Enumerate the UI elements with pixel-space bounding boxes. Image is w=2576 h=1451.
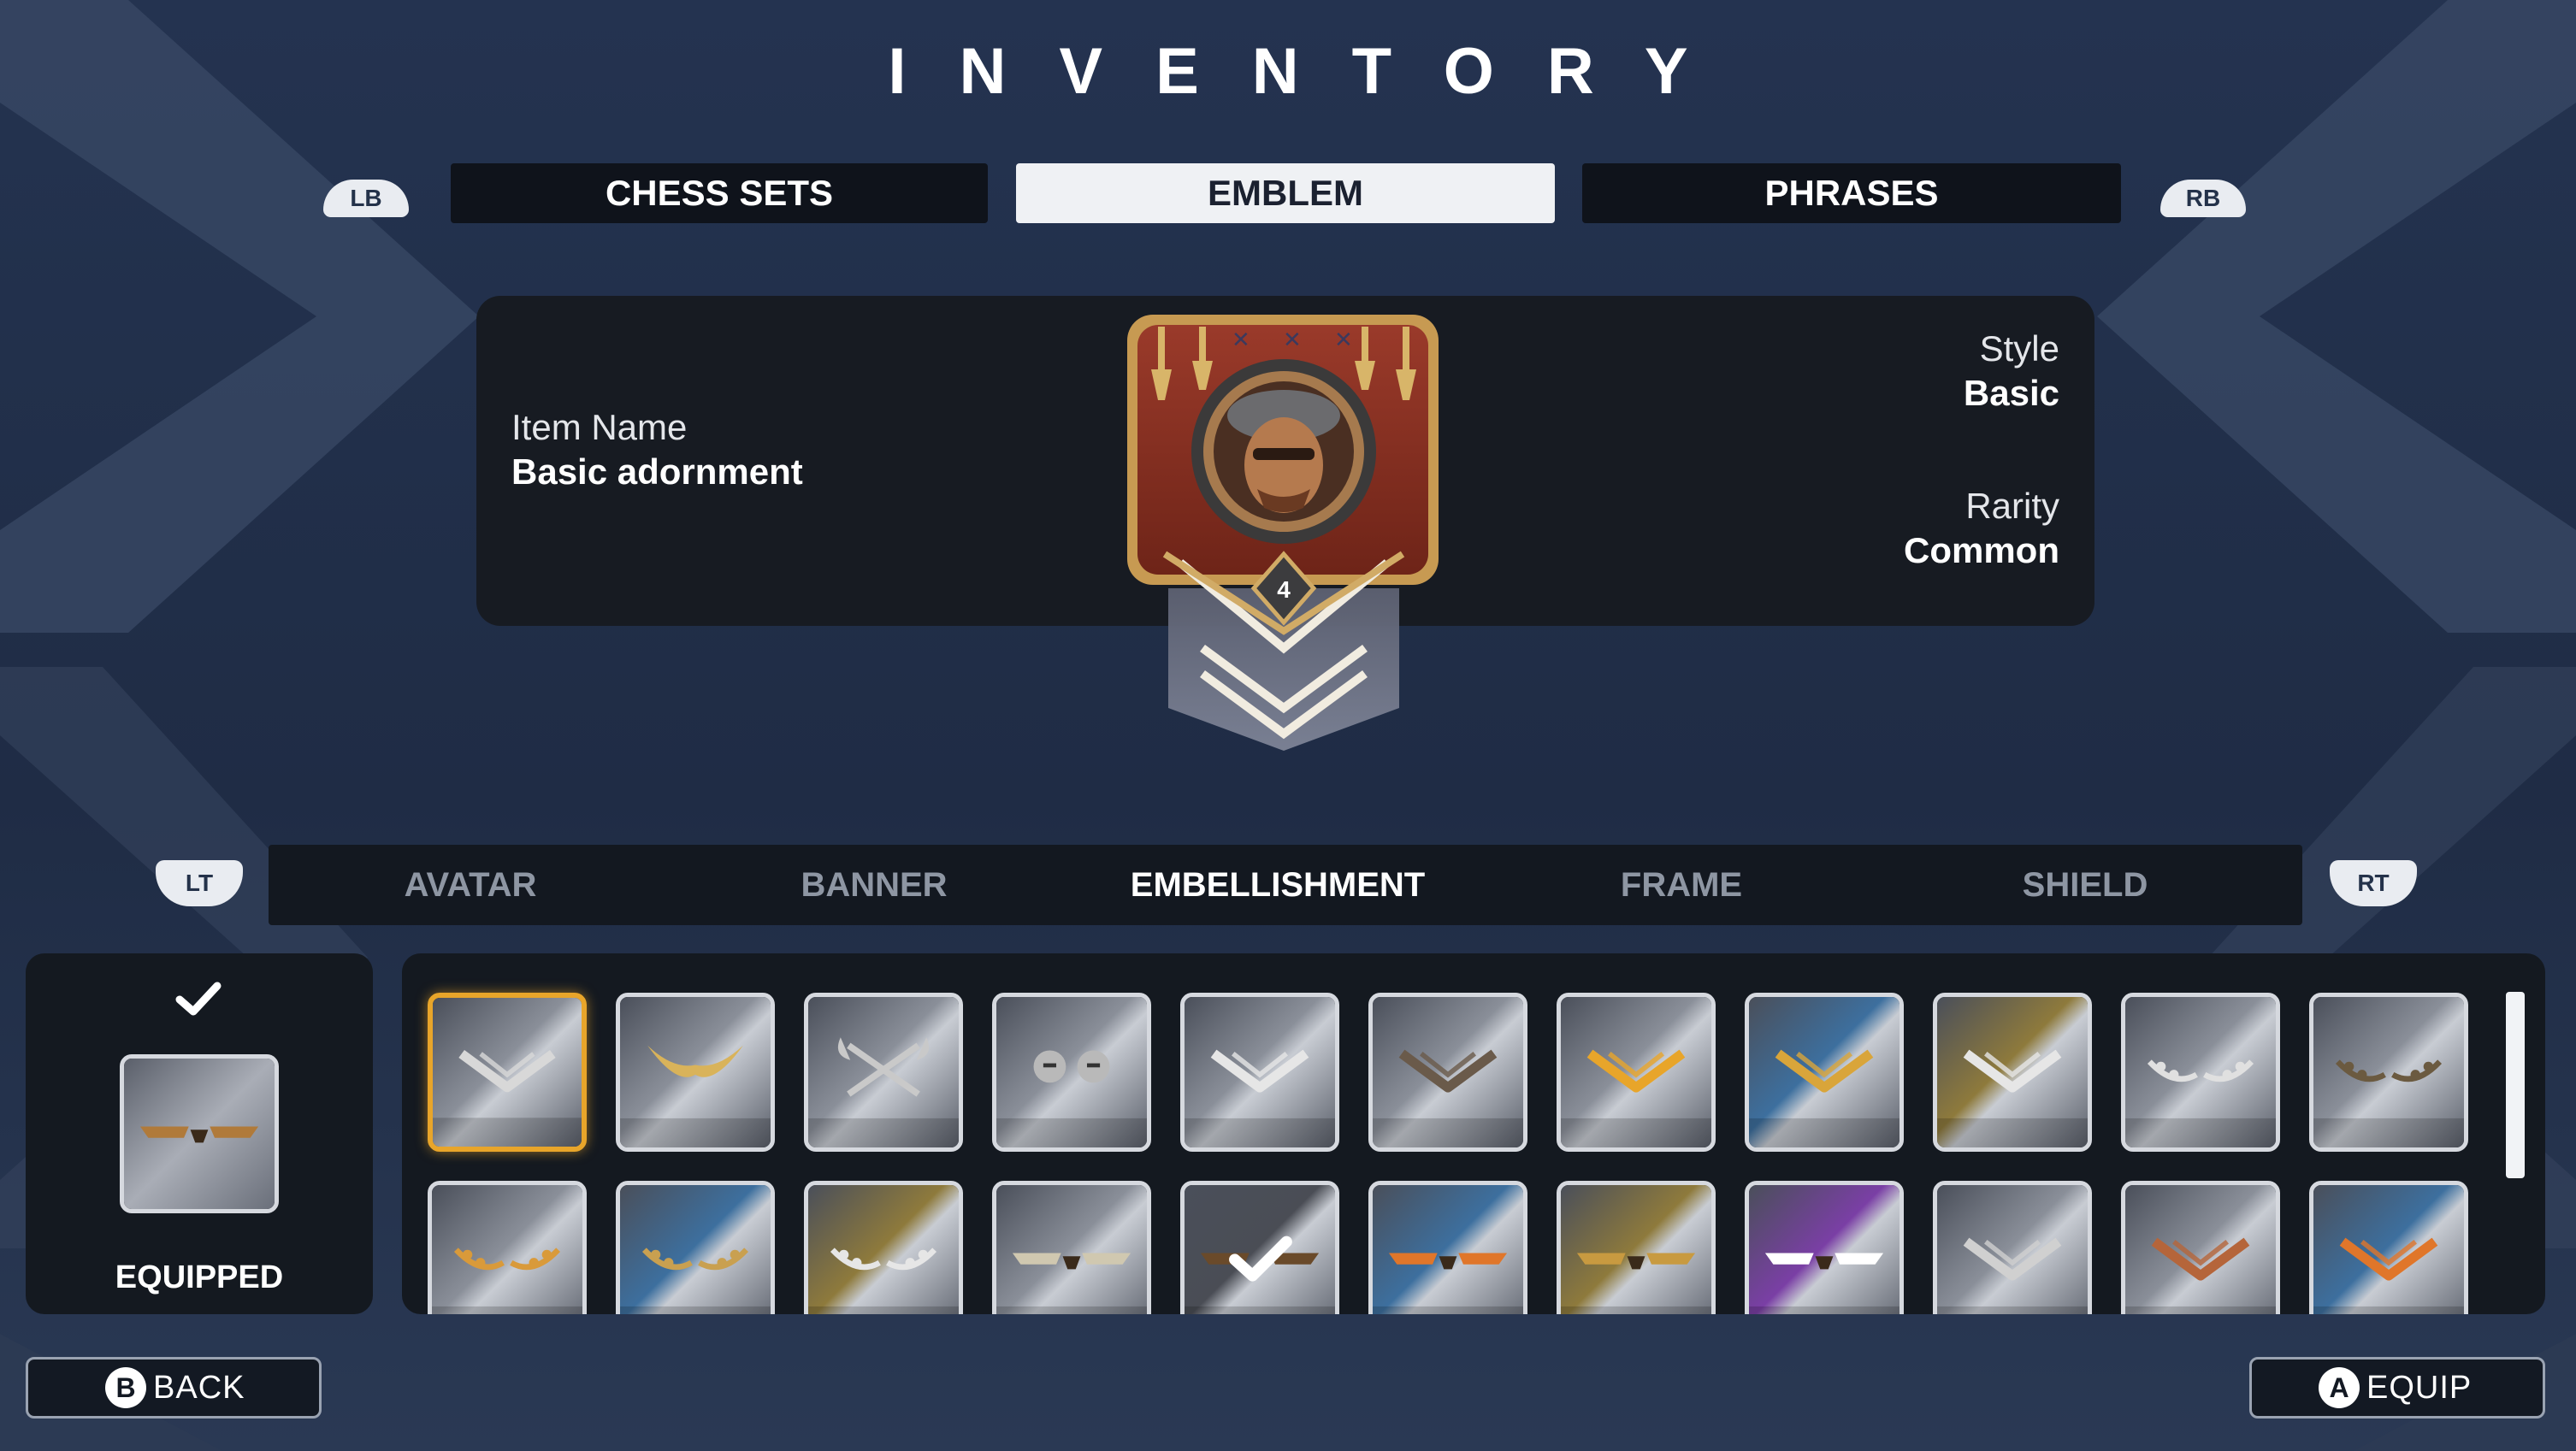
item-tile[interactable]: [428, 1181, 587, 1314]
tab-phrases[interactable]: PHRASES: [1582, 163, 2121, 223]
item-tile[interactable]: [1745, 993, 1904, 1152]
item-tile[interactable]: [1557, 1181, 1716, 1314]
back-button[interactable]: B BACK: [26, 1357, 322, 1419]
silver-v-icon: [1937, 1185, 2088, 1314]
golden-horns-icon: [620, 997, 771, 1147]
silver-wings-icon: [996, 1185, 1147, 1314]
back-label: BACK: [153, 1369, 245, 1406]
item-tile[interactable]: [1368, 993, 1527, 1152]
equipped-item-tile[interactable]: [120, 1054, 279, 1213]
svg-text:✕: ✕: [1283, 327, 1302, 353]
svg-text:✕: ✕: [1232, 327, 1250, 353]
tab-shield[interactable]: SHIELD: [1883, 845, 2287, 925]
item-tile[interactable]: [2121, 993, 2280, 1152]
equip-label: EQUIP: [2366, 1369, 2473, 1406]
orange-laurel-icon: [432, 1185, 582, 1314]
rarity-value: Common: [1904, 530, 2059, 570]
equipped-panel: EQUIPPED: [26, 953, 373, 1314]
bronze-wings-icon: [124, 1059, 275, 1209]
item-tile[interactable]: [1180, 993, 1339, 1152]
gold-chevron-icon: [1561, 997, 1711, 1147]
item-tile[interactable]: [992, 1181, 1151, 1314]
item-name-value: Basic adornment: [511, 451, 803, 492]
item-tile[interactable]: [804, 993, 963, 1152]
tab-frame[interactable]: FRAME: [1480, 845, 1883, 925]
item-tile[interactable]: [1933, 1181, 2092, 1314]
style-label: Style: [1979, 328, 2059, 369]
tab-emblem[interactable]: EMBLEM: [1016, 163, 1555, 223]
chevron-v-icon: [433, 998, 582, 1147]
a-button-icon: A: [2319, 1367, 2360, 1408]
lb-bumper-button[interactable]: LB: [323, 180, 409, 217]
item-tile[interactable]: [1933, 993, 2092, 1152]
equip-button[interactable]: A EQUIP: [2249, 1357, 2545, 1419]
blue-gold-chevron-icon: [1749, 997, 1900, 1147]
blue-laurel-icon: [620, 1185, 771, 1314]
equipped-label: EQUIPPED: [115, 1259, 284, 1295]
silver-chevron-icon: [1185, 997, 1335, 1147]
item-tile[interactable]: [428, 993, 587, 1152]
tab-banner[interactable]: BANNER: [672, 845, 1076, 925]
rb-bumper-button[interactable]: RB: [2160, 180, 2246, 217]
dark-chevron-icon: [1373, 997, 1523, 1147]
item-tile[interactable]: [1557, 993, 1716, 1152]
item-tile[interactable]: [1745, 1181, 1904, 1314]
item-name-label: Item Name: [511, 407, 688, 447]
item-tile[interactable]: [1368, 1181, 1527, 1314]
bronze-v-icon: [2125, 1185, 2276, 1314]
page-title: INVENTORY: [888, 35, 1741, 108]
emblem-preview: ✕ ✕ ✕ 4: [1127, 315, 1439, 751]
item-tile[interactable]: [2309, 1181, 2468, 1314]
grid-scrollbar[interactable]: [2506, 992, 2525, 1178]
checkmark-icon: [175, 982, 222, 1016]
item-tile[interactable]: [1180, 1181, 1339, 1314]
item-tile[interactable]: [2121, 1181, 2280, 1314]
tab-chess-sets[interactable]: CHESS SETS: [451, 163, 988, 223]
item-tile[interactable]: [616, 993, 775, 1152]
bronze-laurel-icon: [2313, 997, 2464, 1147]
blue-orange-wings-icon: [1373, 1185, 1523, 1314]
item-tile[interactable]: [992, 993, 1151, 1152]
tab-avatar[interactable]: AVATAR: [269, 845, 672, 925]
items-grid: [402, 953, 2545, 1314]
emblem-level-badge: 4: [1277, 576, 1291, 603]
tab-embellishment[interactable]: EMBELLISHMENT: [1076, 845, 1480, 925]
item-tile[interactable]: [804, 1181, 963, 1314]
item-tile[interactable]: [2309, 993, 2468, 1152]
equipped-checkmark-icon: [1185, 1185, 1335, 1314]
rt-trigger-button[interactable]: RT: [2330, 860, 2417, 906]
lt-trigger-button[interactable]: LT: [156, 860, 243, 906]
purple-wings-icon: [1749, 1185, 1900, 1314]
crossed-axes-icon: [808, 997, 959, 1147]
gold-wings-icon: [1561, 1185, 1711, 1314]
item-tile[interactable]: [616, 1181, 775, 1314]
style-value: Basic: [1963, 373, 2059, 413]
winged-chevron-icon: [1937, 997, 2088, 1147]
category-tabs: AVATAR BANNER EMBELLISHMENT FRAME SHIELD: [269, 845, 2302, 925]
blue-orange-v-icon: [2313, 1185, 2464, 1314]
warrior-helmets-icon: [996, 997, 1147, 1147]
rarity-label: Rarity: [1965, 486, 2059, 526]
svg-text:✕: ✕: [1334, 327, 1353, 353]
silver-laurel-icon: [2125, 997, 2276, 1147]
b-button-icon: B: [105, 1367, 146, 1408]
gold-white-laurel-icon: [808, 1185, 959, 1314]
